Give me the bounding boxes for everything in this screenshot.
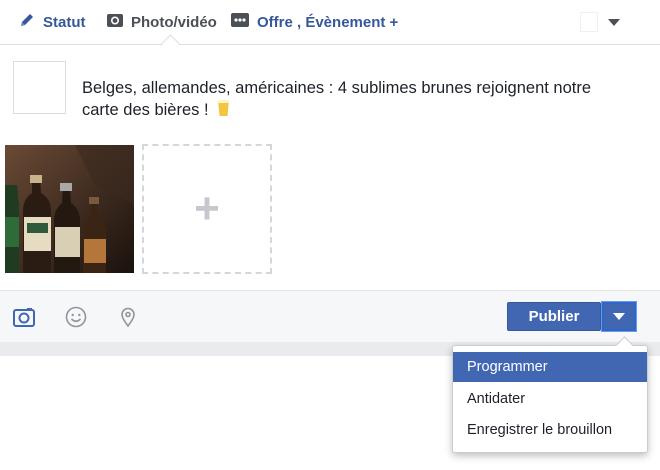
composer-bottom-bar: Publier xyxy=(0,290,660,343)
tab-photo-video-label: Photo/vidéo xyxy=(131,13,217,31)
active-tab-indicator xyxy=(161,34,180,53)
tab-offer-event[interactable]: Offre , Évènement + xyxy=(230,12,398,32)
publish-options-button[interactable] xyxy=(602,302,636,331)
offer-icon xyxy=(230,11,250,33)
beer-glass-icon xyxy=(217,99,230,123)
camera-icon xyxy=(106,11,124,33)
post-text-input[interactable]: Belges, allemandes, américaines : 4 subl… xyxy=(82,77,622,123)
menu-item-label: Programmer xyxy=(467,359,548,375)
chevron-down-icon xyxy=(613,313,625,320)
publish-button-label: Publier xyxy=(528,308,580,325)
post-composer: Statut Photo/vidéo Offre , Évènement + B… xyxy=(0,0,660,355)
beer-bottles-image xyxy=(5,145,134,273)
audience-selector[interactable] xyxy=(580,12,620,32)
add-photo-button[interactable]: + xyxy=(142,144,272,274)
post-text-content: Belges, allemandes, américaines : 4 subl… xyxy=(82,79,592,119)
tab-status[interactable]: Statut xyxy=(18,12,86,32)
menu-item-schedule[interactable]: Programmer xyxy=(453,352,647,382)
location-pin-icon[interactable] xyxy=(116,305,140,329)
plus-icon: + xyxy=(194,184,220,233)
menu-item-label: Antidater xyxy=(467,391,526,407)
smiley-icon[interactable] xyxy=(64,305,88,329)
menu-item-label: Enregistrer le brouillon xyxy=(467,422,613,438)
audience-avatar xyxy=(580,12,598,32)
attached-photo-thumbnail[interactable] xyxy=(5,145,134,273)
publish-options-menu: Programmer Antidater Enregistrer le brou… xyxy=(452,345,648,453)
tab-photo-video[interactable]: Photo/vidéo xyxy=(106,12,217,32)
tab-status-label: Statut xyxy=(43,13,86,31)
menu-item-save-draft[interactable]: Enregistrer le brouillon xyxy=(453,415,647,445)
menu-item-backdate[interactable]: Antidater xyxy=(453,384,647,414)
composer-tab-bar: Statut Photo/vidéo Offre , Évènement + xyxy=(0,0,660,53)
publish-button[interactable]: Publier xyxy=(507,302,601,331)
chevron-down-icon xyxy=(608,18,620,26)
page-avatar xyxy=(13,61,66,114)
pencil-icon xyxy=(18,11,36,33)
tab-offer-event-label: Offre , Évènement + xyxy=(257,13,399,31)
camera-icon[interactable] xyxy=(12,305,36,329)
